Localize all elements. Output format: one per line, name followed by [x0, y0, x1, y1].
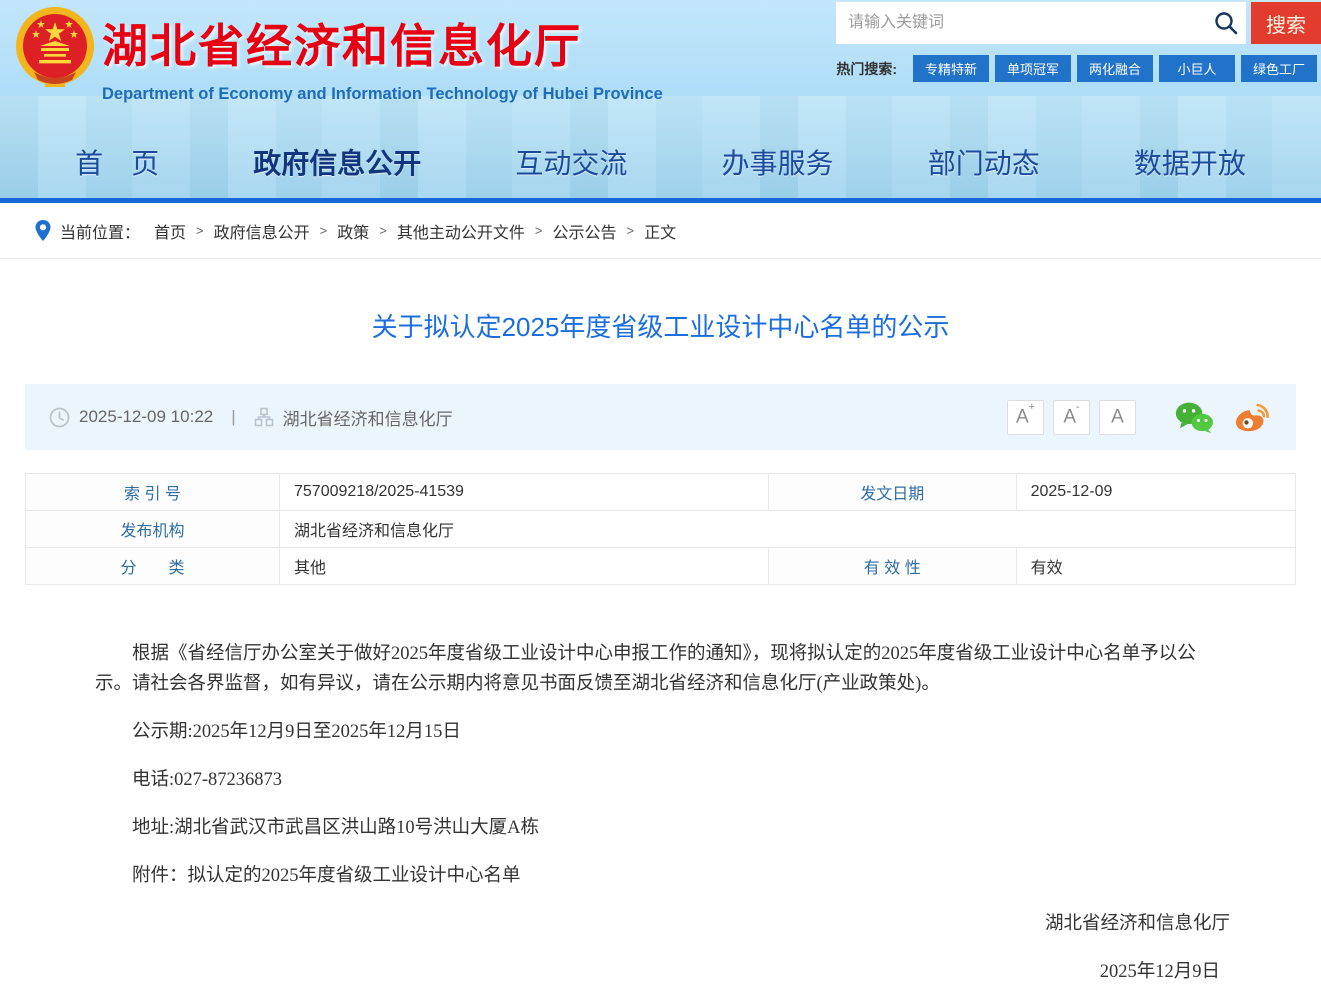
breadcrumb-item-other-docs[interactable]: 其他主动公开文件: [397, 219, 525, 243]
organization-icon: [254, 407, 274, 427]
hot-search-row: 热门搜索: 专精特新 单项冠军 两化融合 小巨人 绿色工厂: [836, 55, 1317, 82]
breadcrumb-separator: >: [379, 223, 387, 238]
index-number-value: 757009218/2025-41539: [279, 473, 769, 511]
hot-search-item[interactable]: 绿色工厂: [1241, 55, 1317, 82]
brand-block: 湖北省经济和信息化厅 Department of Economy and Inf…: [102, 10, 663, 104]
hot-search-item[interactable]: 单项冠军: [995, 55, 1071, 82]
site-title: 湖北省经济和信息化厅: [102, 20, 582, 72]
breadcrumb-separator: >: [196, 223, 204, 238]
nav-item-services[interactable]: 办事服务: [722, 142, 834, 182]
table-row: 分 类 其他 有 效 性 有效: [25, 547, 1297, 585]
search-button[interactable]: 搜索: [1251, 2, 1321, 44]
breadcrumb-item-home[interactable]: 首页: [154, 219, 186, 243]
search-icon[interactable]: [1206, 2, 1246, 44]
search-input[interactable]: [836, 2, 1206, 44]
article-signature: 湖北省经济和信息化厅 2025年12月9日: [25, 909, 1296, 987]
hot-search-item[interactable]: 两化融合: [1077, 55, 1153, 82]
document-info-table: 索 引 号 757009218/2025-41539 发文日期 2025-12-…: [25, 473, 1297, 585]
signature-date: 2025年12月9日: [1099, 962, 1220, 982]
font-smaller-button[interactable]: A-: [1053, 399, 1090, 435]
breadcrumb-separator: >: [534, 223, 543, 238]
category-value: 其他: [279, 547, 769, 585]
issue-date-label: 发文日期: [767, 473, 1017, 511]
breadcrumb-item-policy[interactable]: 政策: [337, 219, 369, 243]
site-subtitle-en: Department of Economy and Information Te…: [102, 85, 663, 103]
nav-item-interaction[interactable]: 互动交流: [515, 142, 627, 182]
contact-address: 地址:湖北省武汉市武昌区洪山路10号洪山大厦A栋: [132, 818, 540, 838]
national-emblem-icon: [16, 7, 94, 87]
hot-search-label: 热门搜索:: [836, 60, 897, 77]
validity-value: 有效: [1015, 547, 1297, 585]
category-label: 分 类: [25, 547, 280, 585]
nav-item-home[interactable]: 首 页: [75, 142, 159, 182]
breadcrumb-item-gov-info[interactable]: 政府信息公开: [214, 219, 310, 243]
meta-divider: |: [231, 407, 236, 426]
article-meta-right: A+ A- A: [998, 399, 1272, 435]
weibo-share-icon[interactable]: [1232, 401, 1272, 434]
location-pin-icon: [34, 219, 52, 243]
breadcrumb: 当前位置： 首页 > 政府信息公开 > 政策 > 其他主动公开文件 > 公示公告…: [0, 203, 1321, 259]
attachment-link[interactable]: 附件：拟认定的2025年度省级工业设计中心名单: [95, 861, 1230, 891]
signature-organization: 湖北省经济和信息化厅: [1044, 914, 1230, 934]
table-row: 发布机构 湖北省经济和信息化厅: [25, 510, 1296, 548]
search-box: [836, 2, 1246, 44]
clock-icon: [49, 407, 70, 428]
table-row: 索 引 号 757009218/2025-41539 发文日期 2025-12-…: [25, 473, 1297, 511]
nav-bottom-strip: [0, 198, 1321, 203]
contact-phone: 电话:027-87236873: [132, 770, 283, 790]
font-larger-button[interactable]: A+: [1007, 399, 1044, 435]
nav-item-open-data[interactable]: 数据开放: [1134, 142, 1246, 182]
font-reset-button[interactable]: A: [1099, 399, 1136, 435]
article-source: 湖北省经济和信息化厅: [282, 409, 453, 429]
index-number-label: 索 引 号: [25, 473, 280, 511]
body-paragraph: 根据《省经信厅办公室关于做好2025年度省级工业设计中心申报工作的通知》，现将拟…: [95, 644, 1196, 694]
publicity-period: 公示期:2025年12月9日至2025年12月15日: [132, 722, 461, 742]
validity-label: 有 效 性: [767, 547, 1017, 585]
issuer-value: 湖北省经济和信息化厅: [279, 510, 1296, 548]
site-banner: 湖北省经济和信息化厅 Department of Economy and Inf…: [0, 0, 1321, 203]
page-title: 关于拟认定2025年度省级工业设计中心名单的公示: [371, 312, 950, 342]
wechat-share-icon[interactable]: [1174, 401, 1214, 434]
nav-item-department-news[interactable]: 部门动态: [928, 142, 1040, 182]
article-meta-bar: 2025-12-09 10:22 | 湖北省经济和信息化厅 A+ A- A: [25, 384, 1296, 450]
breadcrumb-item-announcements[interactable]: 公示公告: [552, 219, 616, 243]
hot-search-item[interactable]: 专精特新: [913, 55, 989, 82]
article-body: 根据《省经信厅办公室关于做好2025年度省级工业设计中心申报工作的通知》，现将拟…: [25, 585, 1296, 891]
breadcrumb-item-current: 正文: [644, 224, 677, 242]
breadcrumb-separator: >: [319, 223, 328, 238]
issuer-label: 发布机构: [25, 510, 280, 548]
issue-date-value: 2025-12-09: [1015, 473, 1297, 511]
hot-search-item[interactable]: 小巨人: [1159, 55, 1235, 82]
breadcrumb-separator: >: [626, 223, 635, 238]
nav-item-gov-info[interactable]: 政府信息公开: [253, 142, 421, 182]
article-meta-left: 2025-12-09 10:22 | 湖北省经济和信息化厅: [49, 405, 453, 430]
publish-datetime: 2025-12-09 10:22: [79, 407, 214, 426]
breadcrumb-label: 当前位置：: [60, 224, 141, 242]
main-navigation: 首 页 政府信息公开 互动交流 办事服务 部门动态 数据开放: [0, 126, 1321, 198]
